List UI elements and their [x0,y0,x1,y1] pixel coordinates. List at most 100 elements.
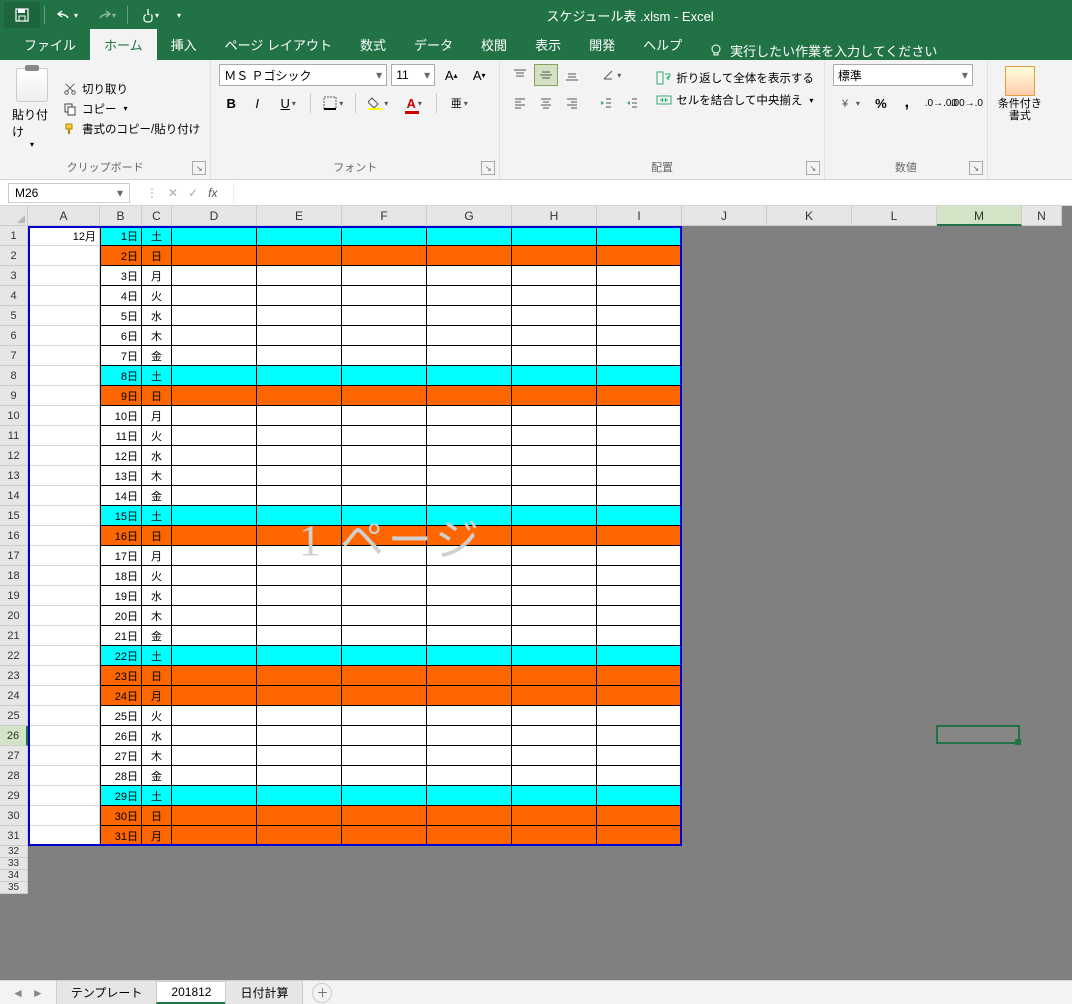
row-header-29[interactable]: 29 [0,786,28,806]
cell-N22[interactable] [1022,646,1062,666]
cell-F7[interactable] [342,346,427,366]
cell-L14[interactable] [852,486,937,506]
row-header-20[interactable]: 20 [0,606,28,626]
cell-L2[interactable] [852,246,937,266]
cell-J2[interactable] [682,246,767,266]
cell-K28[interactable] [767,766,852,786]
increase-indent-button[interactable] [620,92,644,114]
cell-G24[interactable] [427,686,512,706]
cell-M6[interactable] [937,326,1022,346]
cell-G8[interactable] [427,366,512,386]
cell-D16[interactable] [172,526,257,546]
cell-A16[interactable] [28,526,100,546]
cell-F13[interactable] [342,466,427,486]
tab-view[interactable]: 表示 [521,29,575,60]
col-header-G[interactable]: G [427,206,512,226]
cell-H11[interactable] [512,426,597,446]
row-header-10[interactable]: 10 [0,406,28,426]
cell-B4[interactable]: 4日 [100,286,142,306]
cell-H10[interactable] [512,406,597,426]
cell-C35[interactable] [142,882,172,894]
cell-K16[interactable] [767,526,852,546]
cell-J21[interactable] [682,626,767,646]
cell-L22[interactable] [852,646,937,666]
cell-C15[interactable]: 土 [142,506,172,526]
cell-A15[interactable] [28,506,100,526]
align-left-button[interactable] [508,92,532,114]
cell-G7[interactable] [427,346,512,366]
cell-N21[interactable] [1022,626,1062,646]
cell-N24[interactable] [1022,686,1062,706]
cell-J7[interactable] [682,346,767,366]
cell-L9[interactable] [852,386,937,406]
cell-F24[interactable] [342,686,427,706]
cell-J27[interactable] [682,746,767,766]
name-box[interactable]: M26▾ [8,183,130,203]
orientation-button[interactable]: ▾ [594,64,628,86]
cell-F34[interactable] [342,870,427,882]
cell-E35[interactable] [257,882,342,894]
cell-H28[interactable] [512,766,597,786]
cell-L3[interactable] [852,266,937,286]
cell-A19[interactable] [28,586,100,606]
cell-J1[interactable] [682,226,767,246]
cell-C13[interactable]: 木 [142,466,172,486]
cell-B33[interactable] [100,858,142,870]
row-header-26[interactable]: 26 [0,726,28,746]
cell-F3[interactable] [342,266,427,286]
cell-A2[interactable] [28,246,100,266]
cell-D7[interactable] [172,346,257,366]
cell-D10[interactable] [172,406,257,426]
cell-J26[interactable] [682,726,767,746]
cell-N29[interactable] [1022,786,1062,806]
cell-J10[interactable] [682,406,767,426]
row-header-27[interactable]: 27 [0,746,28,766]
cell-D3[interactable] [172,266,257,286]
cell-C11[interactable]: 火 [142,426,172,446]
cell-L6[interactable] [852,326,937,346]
cell-H25[interactable] [512,706,597,726]
cell-E7[interactable] [257,346,342,366]
cell-H29[interactable] [512,786,597,806]
cell-C32[interactable] [142,846,172,858]
cell-A5[interactable] [28,306,100,326]
cell-D31[interactable] [172,826,257,846]
cell-F8[interactable] [342,366,427,386]
font-dialog-launcher[interactable]: ↘ [481,161,495,175]
cell-G12[interactable] [427,446,512,466]
tab-formulas[interactable]: 数式 [346,29,400,60]
cell-M25[interactable] [937,706,1022,726]
cell-F9[interactable] [342,386,427,406]
cell-N23[interactable] [1022,666,1062,686]
sheet-nav-next[interactable]: ► [32,986,44,1000]
cell-D18[interactable] [172,566,257,586]
cell-C30[interactable]: 日 [142,806,172,826]
cell-H21[interactable] [512,626,597,646]
cell-F31[interactable] [342,826,427,846]
row-header-30[interactable]: 30 [0,806,28,826]
cell-H1[interactable] [512,226,597,246]
cell-L15[interactable] [852,506,937,526]
cell-J34[interactable] [682,870,767,882]
sheet-tab-template[interactable]: テンプレート [56,980,158,1004]
cell-K14[interactable] [767,486,852,506]
cell-E5[interactable] [257,306,342,326]
cell-I30[interactable] [597,806,682,826]
cell-N35[interactable] [1022,882,1062,894]
cell-G31[interactable] [427,826,512,846]
cell-L5[interactable] [852,306,937,326]
cell-N13[interactable] [1022,466,1062,486]
cell-L19[interactable] [852,586,937,606]
tab-review[interactable]: 校閲 [467,29,521,60]
cell-B26[interactable]: 26日 [100,726,142,746]
cell-H14[interactable] [512,486,597,506]
cell-I9[interactable] [597,386,682,406]
cell-A18[interactable] [28,566,100,586]
cell-D5[interactable] [172,306,257,326]
cell-K29[interactable] [767,786,852,806]
cell-I17[interactable] [597,546,682,566]
cell-K10[interactable] [767,406,852,426]
row-header-1[interactable]: 1 [0,226,28,246]
col-header-J[interactable]: J [682,206,767,226]
cell-A1[interactable]: 12月 [28,226,100,246]
